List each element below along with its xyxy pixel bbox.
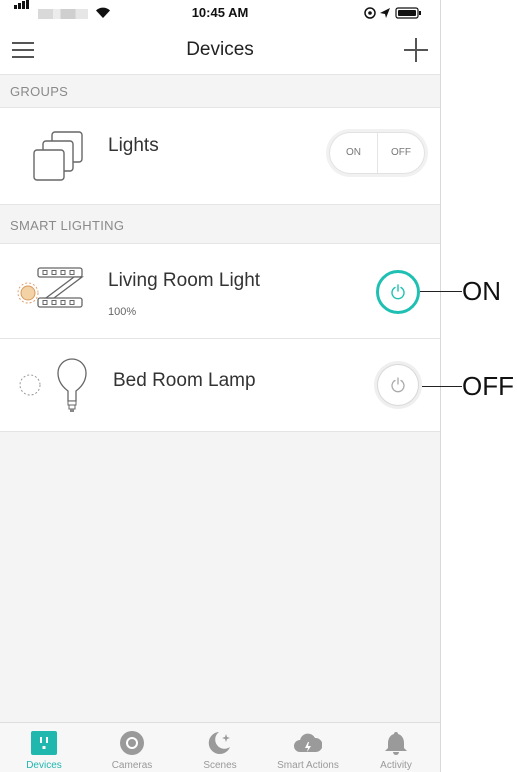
device-row-bed-room-lamp[interactable]: Bed Room Lamp: [0, 339, 440, 432]
power-button-on[interactable]: [376, 270, 420, 314]
page-title: Devices: [186, 39, 254, 60]
group-on-button[interactable]: ON: [330, 133, 378, 173]
status-indicators-icon: [364, 7, 421, 19]
group-icon: [33, 131, 83, 181]
status-bar: 10:45 AM: [0, 0, 440, 24]
bell-icon: [385, 732, 407, 755]
camera-icon: [120, 731, 144, 755]
annotation-on-label: ON: [462, 276, 501, 306]
device-row-living-room-light[interactable]: Living Room Light 100%: [0, 244, 440, 339]
nav-bar: Devices: [0, 24, 440, 75]
add-device-button[interactable]: [404, 38, 428, 62]
devices-icon: [31, 731, 57, 755]
annotation-line-on: [420, 291, 462, 292]
tab-bar: Devices Cameras Scenes Smart Actions Act…: [0, 722, 440, 772]
phone-screen: 10:45 AM Devices GROUPS Lights ON OFF SM…: [0, 0, 441, 772]
section-title: SMART LIGHTING: [10, 218, 125, 233]
group-name: Lights: [108, 135, 159, 156]
annotation-line-off: [422, 386, 462, 387]
tab-scenes[interactable]: Scenes: [176, 723, 264, 772]
scenes-icon: [208, 732, 230, 754]
device-name: Bed Room Lamp: [113, 370, 256, 391]
power-icon: [391, 377, 405, 393]
group-off-button[interactable]: OFF: [378, 133, 424, 173]
tab-label: Devices: [26, 760, 62, 771]
tab-devices[interactable]: Devices: [0, 723, 88, 772]
tab-cameras[interactable]: Cameras: [88, 723, 176, 772]
device-brightness: 100%: [108, 306, 137, 318]
section-header-groups: GROUPS: [0, 75, 440, 108]
annotation-off-label: OFF: [462, 371, 514, 401]
section-header-smart-lighting: SMART LIGHTING: [0, 205, 440, 244]
bulb-icon: [19, 358, 87, 412]
group-on-off-toggle[interactable]: ON OFF: [330, 133, 424, 173]
tab-label: Smart Actions: [277, 760, 339, 771]
tab-label: Scenes: [203, 760, 237, 771]
power-button-off[interactable]: [378, 365, 418, 405]
group-row-lights[interactable]: Lights ON OFF: [0, 108, 440, 205]
light-strip-icon: [17, 267, 84, 308]
tab-label: Activity: [380, 760, 412, 771]
smart-actions-icon: [294, 733, 322, 752]
tab-label: Cameras: [111, 760, 153, 771]
power-icon: [391, 284, 405, 300]
tab-smart-actions[interactable]: Smart Actions: [264, 723, 352, 772]
device-name: Living Room Light: [108, 270, 261, 291]
section-title: GROUPS: [10, 84, 69, 99]
tab-activity[interactable]: Activity: [352, 723, 440, 772]
